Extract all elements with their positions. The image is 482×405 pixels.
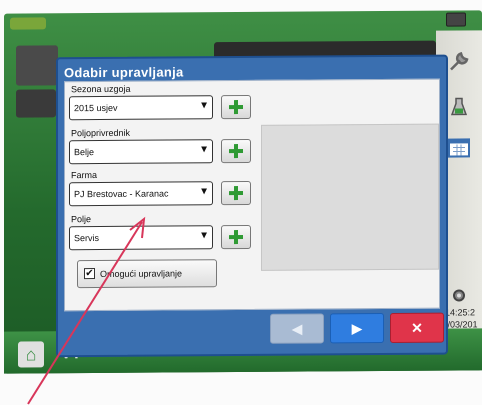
arrow-left-icon: ◀ bbox=[291, 320, 303, 337]
season-value: 2015 usjev bbox=[74, 102, 118, 114]
background-panel-secondary bbox=[16, 89, 56, 118]
plus-icon bbox=[229, 144, 243, 158]
chevron-down-icon: ▼ bbox=[199, 144, 209, 156]
field-value: Servis bbox=[74, 233, 100, 244]
field-label-field: Polje bbox=[71, 214, 92, 225]
plus-icon bbox=[229, 186, 243, 200]
add-farm-button[interactable] bbox=[221, 180, 251, 206]
field-dropdown[interactable]: Servis ▼ bbox=[69, 225, 213, 251]
camera-icon bbox=[446, 12, 466, 27]
farm-dropdown[interactable]: PJ Brestovac - Karanac ▼ bbox=[69, 181, 213, 207]
field-label-grower: Poljoprivrednik bbox=[71, 127, 131, 139]
arrow-right-icon: ▶ bbox=[351, 319, 363, 336]
season-dropdown[interactable]: 2015 usjev ▼ bbox=[69, 95, 213, 121]
enable-management-checkbox[interactable]: ✔ bbox=[84, 268, 95, 280]
field-label-farm: Farma bbox=[71, 170, 98, 181]
add-season-button[interactable] bbox=[221, 94, 251, 120]
home-icon[interactable]: ⌂ bbox=[18, 341, 44, 368]
enable-management-toggle[interactable]: ✔ Omogući upravljanje bbox=[77, 259, 217, 289]
plus-icon bbox=[229, 100, 243, 114]
grower-value: Belje bbox=[74, 147, 95, 158]
back-button[interactable]: ◀ bbox=[270, 313, 324, 344]
background-panel bbox=[16, 45, 58, 86]
chevron-down-icon: ▼ bbox=[199, 230, 209, 242]
add-grower-button[interactable] bbox=[221, 138, 251, 164]
field-preview-map bbox=[261, 123, 439, 271]
enable-management-label: Omogući upravljanje bbox=[100, 268, 183, 279]
grower-dropdown[interactable]: Belje ▼ bbox=[69, 139, 213, 165]
status-badge bbox=[10, 17, 46, 30]
plus-icon bbox=[229, 230, 243, 244]
dialog-title: Odabir upravljanja bbox=[64, 64, 184, 81]
management-selection-dialog: Odabir upravljanja Sezona uzgoja 2015 us… bbox=[56, 54, 448, 358]
next-button[interactable]: ▶ bbox=[330, 313, 384, 344]
chevron-down-icon: ▼ bbox=[199, 186, 209, 198]
field-label-season: Sezona uzgoja bbox=[71, 83, 131, 95]
chevron-down-icon: ▼ bbox=[199, 100, 209, 112]
add-field-button[interactable] bbox=[221, 224, 251, 250]
cancel-button[interactable]: ✕ bbox=[390, 312, 444, 343]
dialog-body: Sezona uzgoja 2015 usjev ▼ Poljoprivredn… bbox=[64, 78, 440, 312]
close-icon: ✕ bbox=[411, 319, 423, 336]
farm-value: PJ Brestovac - Karanac bbox=[74, 188, 169, 200]
device-screen: 14:25:2 1/03/201 ⌂ VT Odabir upravljanja… bbox=[4, 10, 482, 374]
